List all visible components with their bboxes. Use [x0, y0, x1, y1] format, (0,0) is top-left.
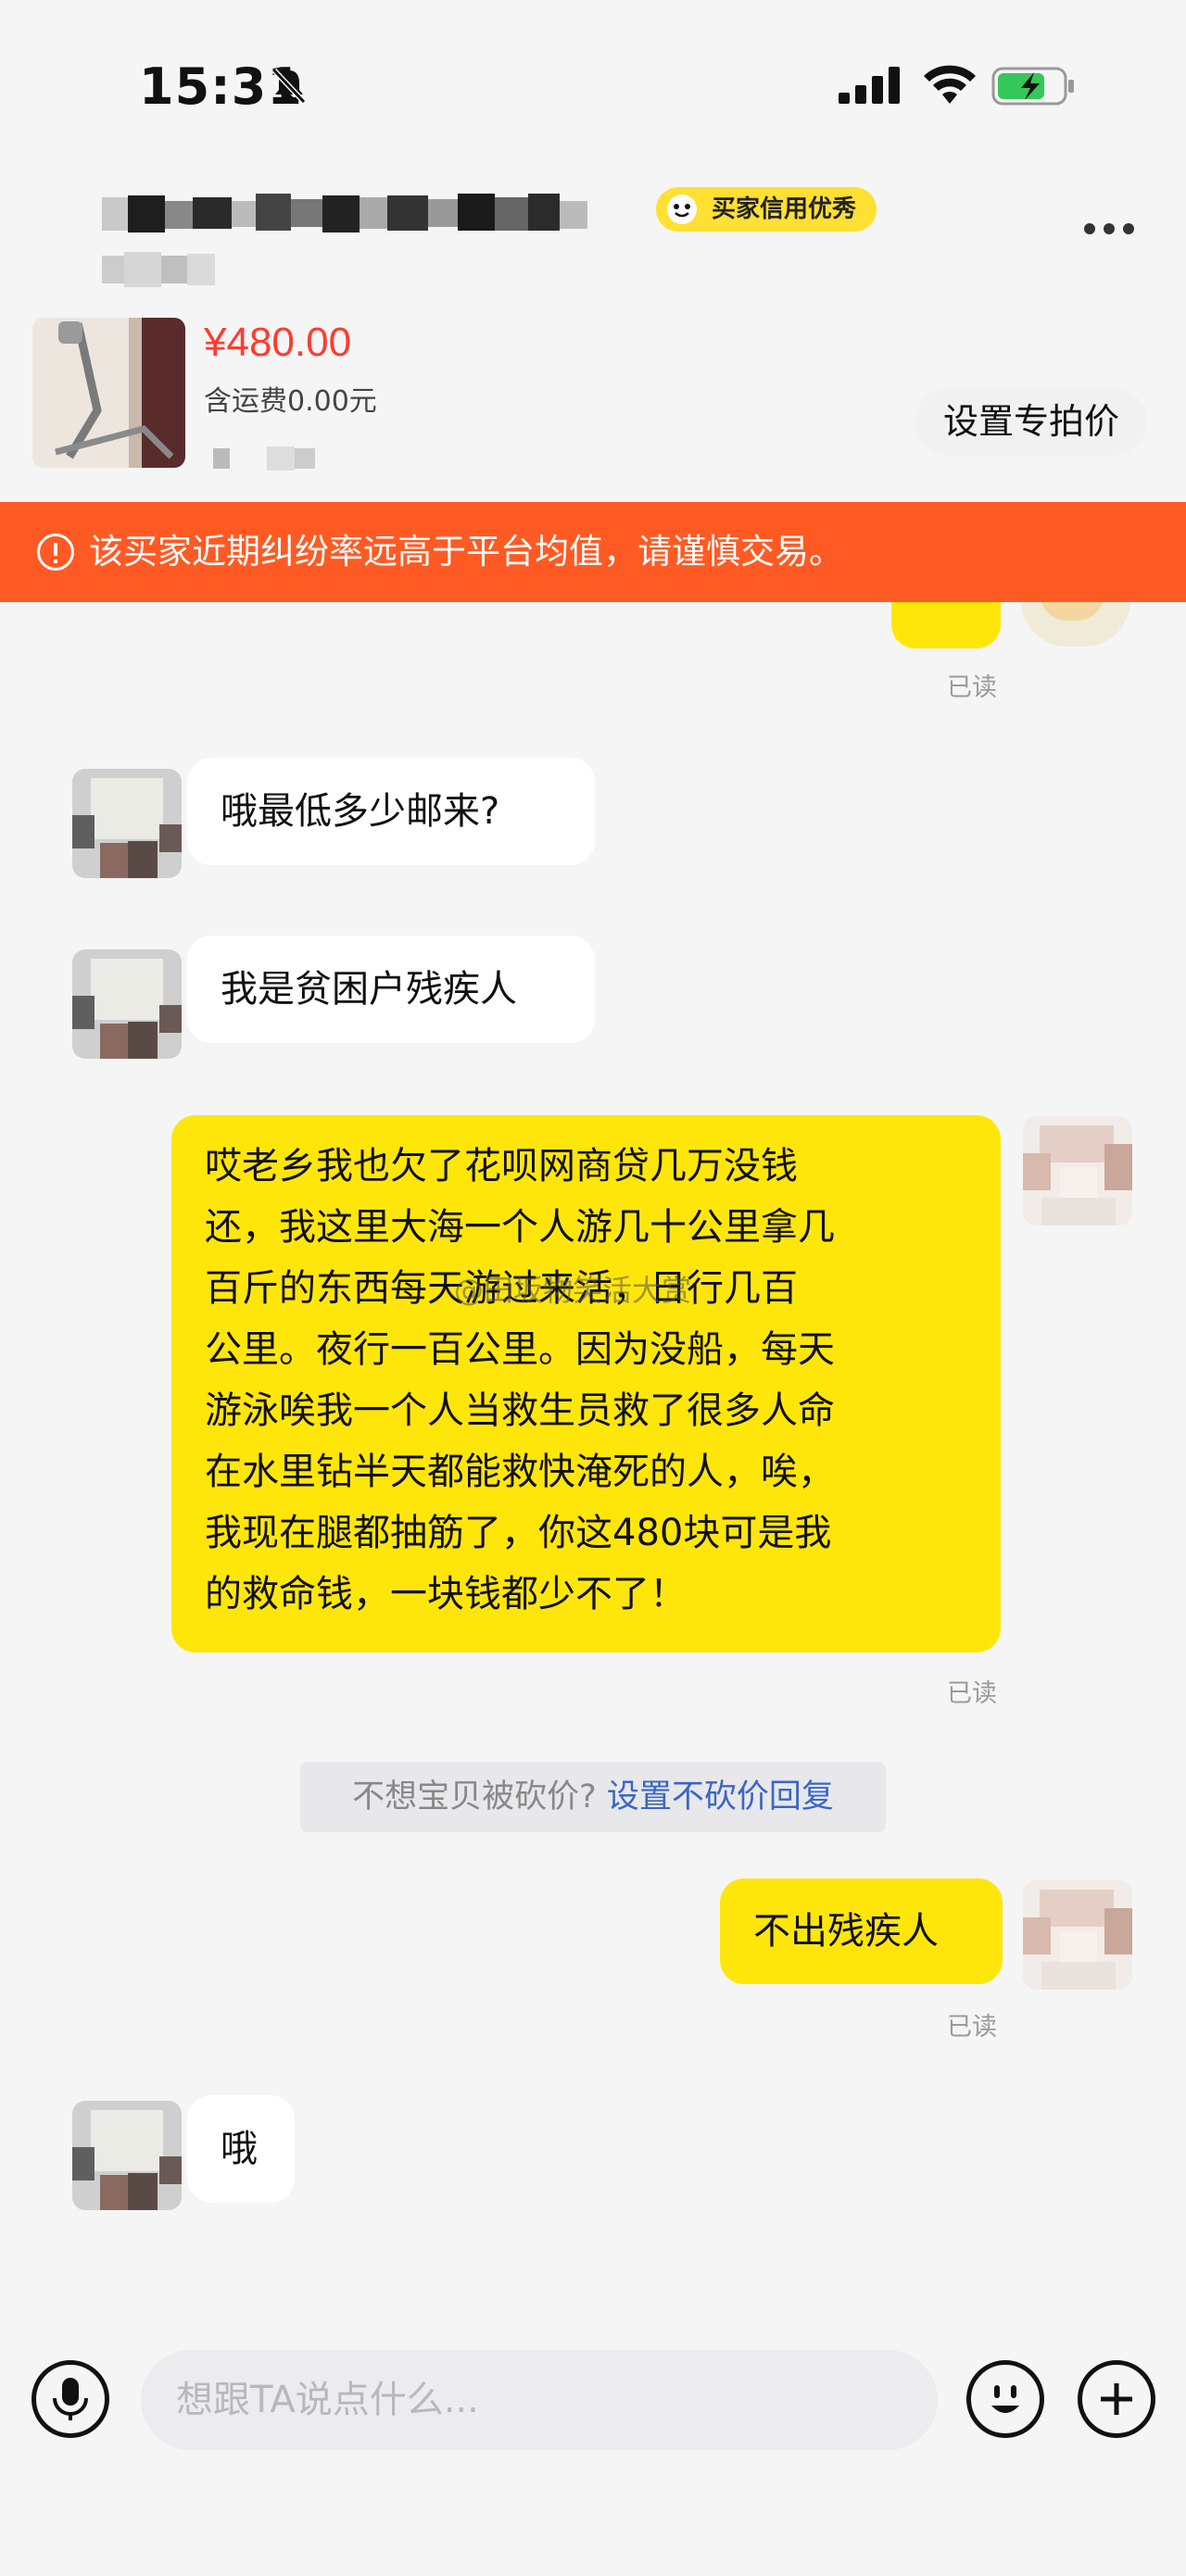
watermark: @田坂物笑活大赏	[454, 1273, 692, 1308]
product-meta-redacted	[213, 443, 352, 474]
more-menu-icon[interactable]	[1084, 220, 1142, 238]
buyer-avatar[interactable]	[72, 769, 182, 878]
message-bubble: 哦最低多少邮来?	[187, 758, 595, 865]
set-special-price-button[interactable]: 设置专拍价	[915, 387, 1147, 456]
smile-fish-icon	[667, 195, 697, 224]
plus-icon	[1101, 2383, 1132, 2415]
message-line: 的救命钱，一块钱都少不了！	[205, 1573, 687, 1615]
smile-icon	[991, 2385, 1019, 2413]
warning-text: 该买家近期纠纷率远高于平台均值，请谨慎交易。	[89, 532, 843, 572]
read-status: 已读	[947, 1679, 997, 1708]
battery-charging-icon	[991, 67, 1074, 106]
buyer-subtitle-redacted	[102, 248, 287, 291]
buyer-name-redacted	[102, 190, 649, 238]
buyer-avatar[interactable]	[72, 949, 182, 1059]
alert-circle-icon	[37, 534, 74, 571]
bell-muted-icon	[271, 68, 307, 105]
no-bargain-reply-link[interactable]: 设置不砍价回复	[607, 1778, 834, 1816]
message-line: 还，我这里大海一个人游几十公里拿几	[205, 1206, 835, 1249]
product-image	[32, 318, 185, 468]
message-bubble-long: 哎老乡我也欠了花呗网商贷几万没钱 还，我这里大海一个人游几十公里拿几 百斤的东西…	[171, 1115, 1001, 1652]
message-line: 我现在腿都抽筋了，你这480块可是我	[205, 1512, 832, 1554]
message-bubble: 哦	[187, 2095, 295, 2203]
shipping-info: 含运费0.00元	[204, 385, 377, 418]
seller-avatar[interactable]	[1023, 1880, 1132, 1990]
emoji-button[interactable]	[966, 2360, 1044, 2438]
product-thumbnail[interactable]	[32, 318, 185, 468]
message-line: 哎老乡我也欠了花呗网商贷几万没钱	[205, 1145, 798, 1187]
system-tip: 不想宝贝被砍价? 设置不砍价回复	[300, 1762, 886, 1832]
buyer-avatar[interactable]	[72, 2101, 182, 2210]
buyer-credit-badge: 买家信用优秀	[656, 187, 877, 232]
risk-warning-banner: 该买家近期纠纷率远高于平台均值，请谨慎交易。	[0, 502, 1186, 602]
system-tip-text: 不想宝贝被砍价?	[352, 1778, 597, 1816]
voice-input-button[interactable]	[32, 2360, 109, 2438]
microphone-icon	[53, 2378, 88, 2420]
read-status: 已读	[947, 2013, 997, 2042]
message-input[interactable]: 想跟TA说点什么...	[141, 2350, 938, 2450]
badge-label: 买家信用优秀	[712, 195, 857, 223]
message-line: 公里。夜行一百公里。因为没船，每天	[205, 1328, 835, 1371]
message-line: 在水里钻半天都能救快淹死的人，唉，	[205, 1451, 835, 1493]
product-price: ¥480.00	[204, 320, 352, 365]
seller-avatar[interactable]	[1023, 1116, 1132, 1225]
read-status-top: 已读	[947, 673, 997, 702]
wifi-icon	[924, 65, 976, 104]
message-bubble: 我是贫困户残疾人	[187, 936, 595, 1043]
message-line: 游泳唉我一个人当救生员救了很多人命	[205, 1389, 835, 1432]
message-bubble: 不出残疾人	[720, 1879, 1003, 1984]
more-actions-button[interactable]	[1078, 2360, 1155, 2438]
signal-icon	[839, 67, 900, 104]
